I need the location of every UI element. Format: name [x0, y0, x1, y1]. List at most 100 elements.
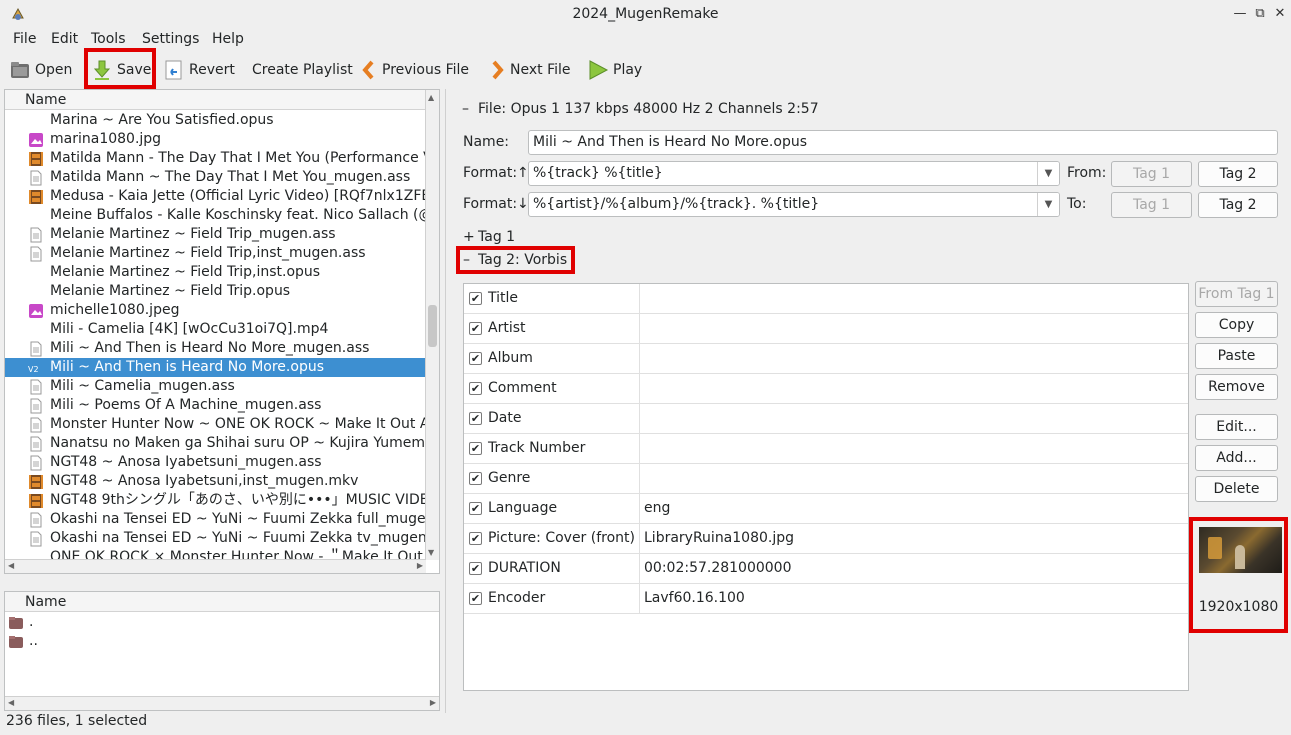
create-playlist-button[interactable]: Create Playlist: [252, 57, 353, 83]
tag-row[interactable]: ✔ Picture: Cover (front) LibraryRuina1080.…: [464, 524, 1188, 554]
tag-checkbox[interactable]: ✔: [469, 472, 482, 485]
paste-button[interactable]: Paste: [1195, 343, 1278, 369]
tag-checkbox[interactable]: ✔: [469, 292, 482, 305]
tag-checkbox[interactable]: ✔: [469, 562, 482, 575]
file-row[interactable]: Matilda Mann - The Day That I Met You (P…: [5, 149, 426, 168]
file-row[interactable]: Matilda Mann ~ The Day That I Met You_mu…: [5, 168, 426, 187]
close-icon[interactable]: ✕: [1270, 4, 1290, 24]
revert-button[interactable]: Revert: [163, 57, 235, 83]
collapse-file-icon[interactable]: –: [462, 101, 469, 117]
tag-row[interactable]: ✔ Track Number: [464, 434, 1188, 464]
copy-button[interactable]: Copy: [1195, 312, 1278, 338]
tag-table[interactable]: ✔ Title ✔ Artist ✔ Album ✔ Comment ✔ Date ✔ Track N…: [463, 283, 1189, 691]
add-button[interactable]: Add...: [1195, 445, 1278, 471]
expand-tag1-icon[interactable]: +: [463, 229, 475, 245]
file-row[interactable]: Mili - Camelia [4K] [wOcCu31oi7Q].mp4: [5, 320, 426, 339]
tag-row[interactable]: ✔ Genre: [464, 464, 1188, 494]
play-button[interactable]: Play: [587, 57, 642, 83]
file-list-hscroll[interactable]: ◀ ▶: [5, 559, 426, 573]
open-button[interactable]: Open: [9, 57, 72, 83]
menu-file[interactable]: File: [13, 31, 36, 47]
tag-row[interactable]: ✔ Encoder Lavf60.16.100: [464, 584, 1188, 614]
tag-checkbox[interactable]: ✔: [469, 532, 482, 545]
file-row[interactable]: NGT48 9thシングル「あのさ、いや別に•••」MUSIC VIDE: [5, 491, 426, 510]
to-tag1-button[interactable]: Tag 1: [1111, 192, 1192, 218]
file-row[interactable]: michelle1080.jpeg: [5, 301, 426, 320]
minimize-icon[interactable]: —: [1230, 4, 1250, 24]
tag-checkbox[interactable]: ✔: [469, 322, 482, 335]
file-row[interactable]: Melanie Martinez ~ Field Trip.opus: [5, 282, 426, 301]
tag-checkbox[interactable]: ✔: [469, 592, 482, 605]
tag-row[interactable]: ✔ Title: [464, 284, 1188, 314]
file-row[interactable]: Mili ~ And Then is Heard No More_mugen.a…: [5, 339, 426, 358]
scroll-left-icon[interactable]: ◀: [8, 561, 14, 570]
from-tag1-button[interactable]: Tag 1: [1111, 161, 1192, 187]
tag-checkbox[interactable]: ✔: [469, 352, 482, 365]
file-row[interactable]: Medusa - Kaia Jette (Official Lyric Vide…: [5, 187, 426, 206]
menu-tools[interactable]: Tools: [91, 31, 126, 47]
file-row[interactable]: marina1080.jpg: [5, 130, 426, 149]
file-row[interactable]: Melanie Martinez ~ Field Trip,inst_mugen…: [5, 244, 426, 263]
from-tag2-button[interactable]: Tag 2: [1198, 161, 1278, 187]
tag-value[interactable]: eng: [644, 500, 670, 516]
file-row[interactable]: NGT48 ~ Anosa Iyabetsuni,inst_mugen.mkv: [5, 472, 426, 491]
tag-value[interactable]: Lavf60.16.100: [644, 590, 745, 606]
dir-row[interactable]: ..: [5, 632, 426, 651]
to-tag2-button[interactable]: Tag 2: [1198, 192, 1278, 218]
dir-list-header[interactable]: Name: [5, 592, 439, 612]
scroll-up-icon[interactable]: ▲: [428, 93, 434, 102]
file-list[interactable]: Name Marina ~ Are You Satisfied.opus mari…: [4, 89, 440, 574]
tag1-section-header[interactable]: Tag 1: [478, 229, 515, 245]
format-down-combo[interactable]: %{artist}/%{album}/%{track}. %{title} ▼: [528, 192, 1060, 217]
chevron-down-icon[interactable]: ▼: [1037, 193, 1059, 216]
tag-row[interactable]: ✔ Date: [464, 404, 1188, 434]
format-up-combo[interactable]: %{track} %{title} ▼: [528, 161, 1060, 186]
menu-help[interactable]: Help: [212, 31, 244, 47]
scroll-down-icon[interactable]: ▼: [428, 548, 434, 557]
dir-list-hscroll[interactable]: ◀ ▶: [5, 696, 439, 710]
scroll-right-icon[interactable]: ▶: [430, 698, 436, 707]
tag-checkbox[interactable]: ✔: [469, 502, 482, 515]
file-row[interactable]: Melanie Martinez ~ Field Trip_mugen.ass: [5, 225, 426, 244]
tag-row[interactable]: ✔ Album: [464, 344, 1188, 374]
file-row[interactable]: Mili ~ Poems Of A Machine_mugen.ass: [5, 396, 426, 415]
file-row[interactable]: Mili ~ Camelia_mugen.ass: [5, 377, 426, 396]
file-row[interactable]: Melanie Martinez ~ Field Trip,inst.opus: [5, 263, 426, 282]
file-list-vscroll[interactable]: ▲ ▼: [425, 90, 439, 560]
cover-art-thumbnail[interactable]: [1199, 527, 1282, 573]
directory-list[interactable]: Name . .. ◀ ▶: [4, 591, 440, 711]
scroll-right-icon[interactable]: ▶: [417, 561, 423, 570]
file-list-header[interactable]: Name: [5, 90, 439, 110]
tag-checkbox[interactable]: ✔: [469, 442, 482, 455]
tag-row[interactable]: ✔ Artist: [464, 314, 1188, 344]
remove-button[interactable]: Remove: [1195, 374, 1278, 400]
file-row[interactable]: Okashi na Tensei ED ~ YuNi ~ Fuumi Zekka…: [5, 510, 426, 529]
from-tag-button[interactable]: From Tag 1: [1195, 281, 1278, 307]
file-row[interactable]: Meine Buffalos - Kalle Koschinsky feat. …: [5, 206, 426, 225]
file-row[interactable]: V2 Mili ~ And Then is Heard No More.opus: [5, 358, 426, 377]
tag-row[interactable]: ✔ Comment: [464, 374, 1188, 404]
name-field[interactable]: Mili ~ And Then is Heard No More.opus: [528, 130, 1278, 155]
dir-row[interactable]: .: [5, 613, 426, 632]
file-row[interactable]: Monster Hunter Now ~ ONE OK ROCK ~ Make …: [5, 415, 426, 434]
tag-value[interactable]: LibraryRuina1080.jpg: [644, 530, 794, 546]
menu-settings[interactable]: Settings: [142, 31, 199, 47]
tag-value[interactable]: 00:02:57.281000000: [644, 560, 792, 576]
maximize-icon[interactable]: ⧉: [1250, 4, 1270, 24]
file-row[interactable]: Marina ~ Are You Satisfied.opus: [5, 111, 426, 130]
chevron-down-icon[interactable]: ▼: [1037, 162, 1059, 185]
delete-button[interactable]: Delete: [1195, 476, 1278, 502]
menu-edit[interactable]: Edit: [51, 31, 78, 47]
file-row[interactable]: NGT48 ~ Anosa Iyabetsuni_mugen.ass: [5, 453, 426, 472]
next-file-button[interactable]: Next File: [488, 57, 571, 83]
tag-checkbox[interactable]: ✔: [469, 412, 482, 425]
scroll-thumb[interactable]: [428, 305, 437, 347]
edit-button[interactable]: Edit...: [1195, 414, 1278, 440]
file-row[interactable]: Nanatsu no Maken ga Shihai suru OP ~ Kuj…: [5, 434, 426, 453]
previous-file-button[interactable]: Previous File: [360, 57, 469, 83]
file-row[interactable]: Okashi na Tensei ED ~ YuNi ~ Fuumi Zekka…: [5, 529, 426, 548]
scroll-left-icon[interactable]: ◀: [8, 698, 14, 707]
tag-row[interactable]: ✔ DURATION 00:02:57.281000000: [464, 554, 1188, 584]
tag-row[interactable]: ✔ Language eng: [464, 494, 1188, 524]
tag-checkbox[interactable]: ✔: [469, 382, 482, 395]
